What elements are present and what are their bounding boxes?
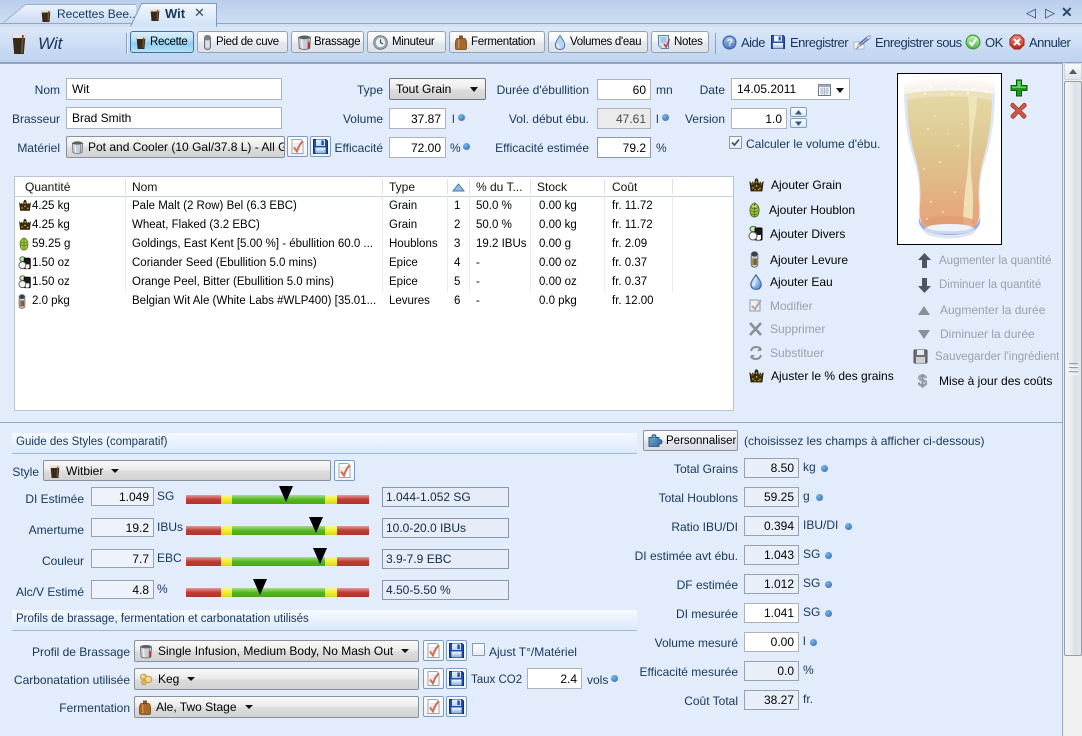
svg-text:$: $ [918,373,927,389]
svg-text:?: ? [727,38,733,49]
